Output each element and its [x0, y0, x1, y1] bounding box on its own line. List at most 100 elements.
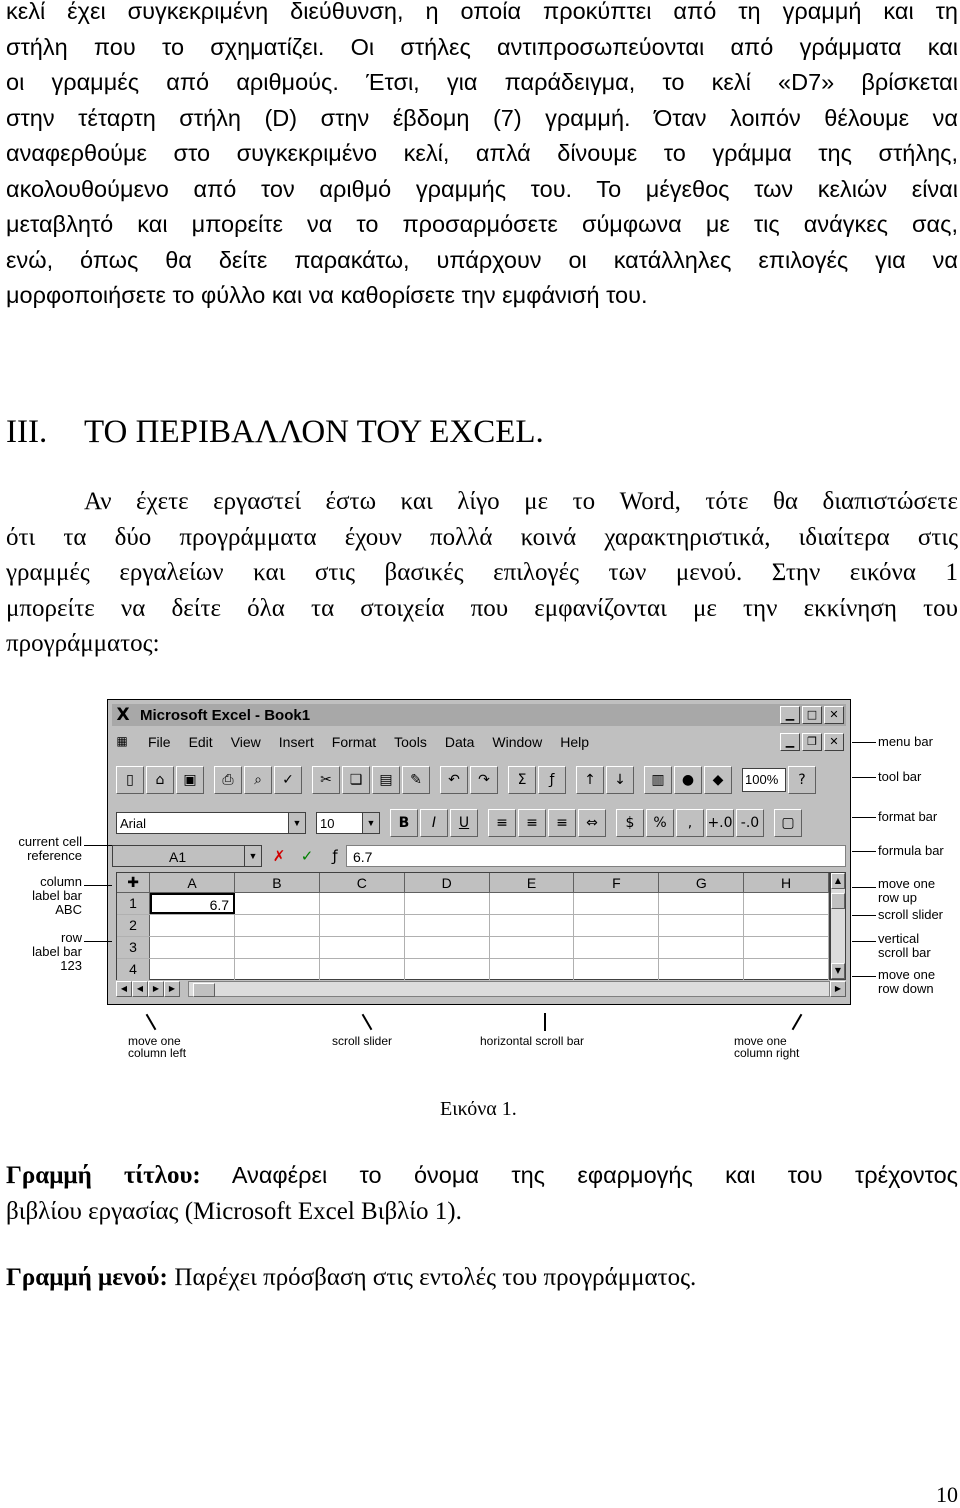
percent-icon[interactable]: %: [646, 809, 674, 837]
column-header[interactable]: B: [235, 873, 320, 893]
enter-icon[interactable]: ✓: [296, 847, 318, 865]
font-select[interactable]: Arial ▼: [116, 812, 306, 834]
scroll-right-icon[interactable]: ▶: [830, 981, 846, 997]
currency-icon[interactable]: $: [616, 809, 644, 837]
cut-icon[interactable]: ✂: [312, 766, 340, 794]
doc-restore-icon[interactable]: ❐: [802, 733, 822, 751]
redo-icon[interactable]: ↷: [470, 766, 498, 794]
column-header[interactable]: E: [489, 873, 575, 893]
formula-input[interactable]: 6.7: [346, 845, 846, 867]
horizontal-scroll-bar[interactable]: [188, 981, 830, 997]
vertical-scroll-slider[interactable]: [831, 893, 845, 909]
sort-ascending-icon[interactable]: ↑: [576, 766, 604, 794]
cell[interactable]: [320, 937, 405, 958]
function-wizard-icon[interactable]: ƒ: [538, 766, 566, 794]
print-preview-icon[interactable]: ⌕: [244, 766, 272, 794]
save-icon[interactable]: ▣: [176, 766, 204, 794]
cancel-icon[interactable]: ✗: [268, 847, 290, 865]
cell[interactable]: [574, 937, 660, 958]
cell[interactable]: [744, 959, 830, 980]
decrease-decimal-icon[interactable]: -.0: [736, 809, 764, 837]
merge-center-icon[interactable]: ⇔: [578, 809, 606, 837]
menu-file[interactable]: File: [148, 734, 171, 750]
paste-icon[interactable]: ▤: [372, 766, 400, 794]
cell[interactable]: [150, 937, 235, 958]
cell[interactable]: [490, 893, 575, 914]
name-box[interactable]: A1 ▼: [112, 845, 262, 867]
minimize-icon[interactable]: ▁: [780, 706, 800, 724]
column-header[interactable]: A: [150, 873, 236, 893]
cell[interactable]: [490, 915, 575, 936]
column-header[interactable]: G: [659, 873, 745, 893]
cell[interactable]: [150, 915, 235, 936]
undo-icon[interactable]: ↶: [440, 766, 468, 794]
first-sheet-icon[interactable]: ◀: [116, 981, 132, 997]
menu-format[interactable]: Format: [332, 734, 376, 750]
next-sheet-icon[interactable]: ▶: [148, 981, 164, 997]
column-header[interactable]: D: [404, 873, 490, 893]
doc-minimize-icon[interactable]: ▁: [780, 733, 800, 751]
chart-wizard-icon[interactable]: ▥: [644, 766, 672, 794]
map-icon[interactable]: ●: [674, 766, 702, 794]
sort-descending-icon[interactable]: ↓: [606, 766, 634, 794]
cell[interactable]: [150, 959, 235, 980]
row-header[interactable]: 1: [117, 893, 151, 914]
menu-insert[interactable]: Insert: [279, 734, 314, 750]
italic-icon[interactable]: I: [420, 809, 448, 837]
cell[interactable]: [320, 893, 405, 914]
scroll-up-icon[interactable]: ▲: [831, 873, 845, 889]
scroll-down-icon[interactable]: ▼: [831, 963, 845, 979]
edit-formula-icon[interactable]: ƒ: [324, 847, 346, 865]
cell-a1[interactable]: 6.7: [150, 893, 236, 914]
document-icon[interactable]: ▦: [112, 734, 132, 750]
row-header[interactable]: 4: [117, 959, 151, 980]
vertical-scroll-bar[interactable]: ▲ ▼: [830, 872, 846, 980]
cell[interactable]: [659, 893, 745, 914]
underline-icon[interactable]: U: [450, 809, 478, 837]
cell[interactable]: [235, 915, 320, 936]
comma-icon[interactable]: ,: [676, 809, 704, 837]
cell[interactable]: [235, 937, 320, 958]
select-all-icon[interactable]: ✚: [117, 873, 151, 893]
cell[interactable]: [405, 893, 490, 914]
cell[interactable]: [320, 959, 405, 980]
cell[interactable]: [659, 959, 745, 980]
copy-icon[interactable]: ❏: [342, 766, 370, 794]
menu-tools[interactable]: Tools: [394, 734, 427, 750]
format-painter-icon[interactable]: ✎: [402, 766, 430, 794]
last-sheet-icon[interactable]: ▶: [164, 981, 180, 997]
cell[interactable]: [320, 915, 405, 936]
horizontal-scroll-slider[interactable]: [193, 983, 215, 997]
cell[interactable]: [574, 959, 660, 980]
menu-window[interactable]: Window: [492, 734, 542, 750]
doc-close-icon[interactable]: ✕: [824, 733, 844, 751]
spelling-icon[interactable]: ✓: [274, 766, 302, 794]
prev-sheet-icon[interactable]: ◀: [132, 981, 148, 997]
cell[interactable]: [405, 937, 490, 958]
align-left-icon[interactable]: ≡: [488, 809, 516, 837]
cell[interactable]: [659, 915, 745, 936]
cell[interactable]: [490, 959, 575, 980]
cell[interactable]: [490, 937, 575, 958]
menu-view[interactable]: View: [231, 734, 261, 750]
cell[interactable]: [659, 937, 745, 958]
cell[interactable]: [744, 915, 830, 936]
menu-edit[interactable]: Edit: [189, 734, 213, 750]
font-size-select[interactable]: 10 ▼: [316, 812, 380, 834]
cell[interactable]: [235, 959, 320, 980]
cell[interactable]: [574, 893, 660, 914]
print-icon[interactable]: ⎙: [214, 766, 242, 794]
cell[interactable]: [744, 937, 830, 958]
close-icon[interactable]: ✕: [824, 706, 844, 724]
increase-decimal-icon[interactable]: +.0: [706, 809, 734, 837]
column-header[interactable]: C: [319, 873, 405, 893]
row-header[interactable]: 3: [117, 937, 151, 958]
autosum-icon[interactable]: Σ: [508, 766, 536, 794]
cell[interactable]: [744, 893, 829, 914]
align-right-icon[interactable]: ≡: [548, 809, 576, 837]
align-center-icon[interactable]: ≡: [518, 809, 546, 837]
help-icon[interactable]: ?: [788, 766, 816, 794]
new-icon[interactable]: ▯: [116, 766, 144, 794]
zoom-field[interactable]: 100%: [742, 768, 786, 792]
cell[interactable]: [235, 893, 320, 914]
